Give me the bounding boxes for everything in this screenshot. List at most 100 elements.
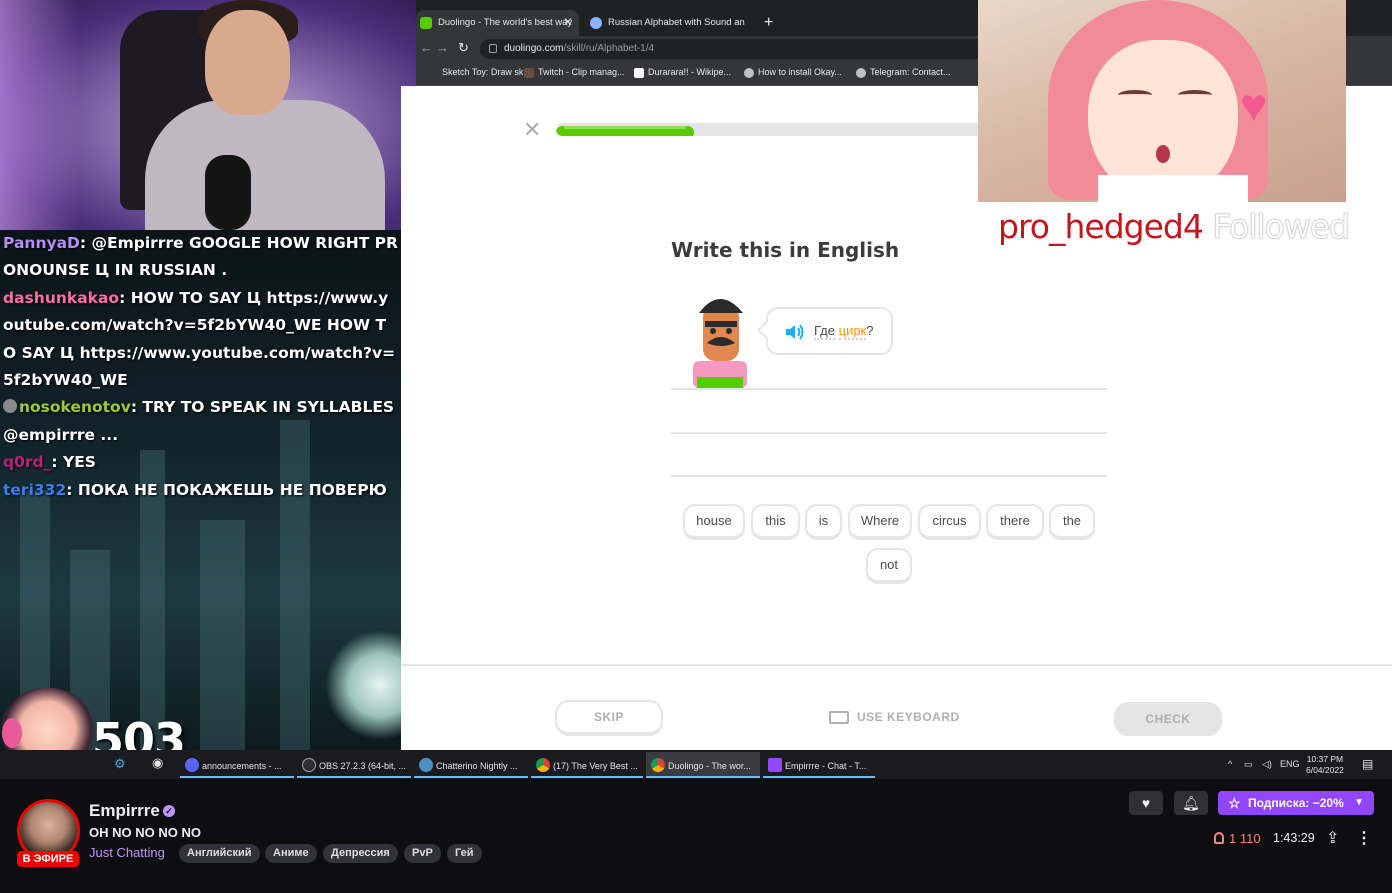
chat-messages: PannyaD: @Empirrre GOOGLE HOW RIGHT PRON… (3, 230, 398, 504)
follow-button[interactable]: ♥ (1129, 791, 1163, 815)
back-icon[interactable]: ← (420, 40, 433, 55)
notifications-button[interactable]: 🔔︎ (1174, 791, 1208, 815)
prompt-word-new[interactable]: цирк (838, 323, 867, 340)
heart-icon: ♥ (1141, 795, 1151, 811)
follow-alert-animation: ♥ (978, 0, 1346, 202)
chrome-icon (536, 758, 550, 772)
stream-tag[interactable]: PvP (404, 844, 441, 863)
word-tile[interactable]: house (683, 504, 745, 540)
taskbar: ⚙ ◉ announcements - ... OBS 27.2.3 (64-b… (0, 750, 1392, 779)
media-player-icon[interactable]: ◉ (152, 755, 163, 771)
chat-overlay: PannyaD: @Empirrre GOOGLE HOW RIGHT PRON… (0, 230, 401, 750)
close-lesson-icon[interactable]: ✕ (523, 118, 541, 143)
system-clock[interactable]: 10:37 PM 6/04/2022 (1306, 754, 1344, 776)
taskbar-item-discord[interactable]: announcements - ... (180, 752, 294, 778)
globe-icon (590, 17, 602, 29)
volume-icon[interactable]: ◁) (1262, 759, 1272, 770)
stream-screen: PannyaD: @Empirrre GOOGLE HOW RIGHT PRON… (0, 0, 1392, 893)
skip-button[interactable]: SKIP (555, 700, 663, 736)
chat-username[interactable]: dashunkakao (3, 289, 119, 307)
twitch-icon (768, 758, 782, 772)
word-tile[interactable]: is (805, 504, 842, 540)
chat-username[interactable]: q0rd_ (3, 453, 51, 471)
taskbar-item-obs[interactable]: OBS 27.2.3 (64-bit, ... (297, 752, 411, 778)
chatterino-icon (419, 758, 433, 772)
tray-expand-icon[interactable]: ^ (1228, 759, 1232, 769)
share-icon[interactable]: ⇪ (1326, 828, 1339, 848)
word-tile[interactable]: this (751, 504, 800, 540)
answer-line (671, 388, 1107, 390)
steam-icon[interactable]: ⚙ (114, 756, 126, 772)
network-icon[interactable]: ▭ (1244, 759, 1253, 770)
chat-username[interactable]: nosokenotov (19, 398, 131, 416)
chat-separator: : (66, 480, 78, 499)
chat-separator: : (79, 234, 92, 252)
chat-username[interactable]: PannyaD (3, 234, 80, 252)
bookmark-item[interactable]: Twitch - Clip manag... (524, 67, 625, 78)
check-button[interactable]: CHECK (1114, 702, 1222, 736)
taskbar-item-chrome-duolingo[interactable]: Duolingo - The wor... (646, 752, 760, 778)
address-bar[interactable]: duolingo.com/skill/ru/Alphabet-1/4 (480, 39, 1000, 59)
word-tile[interactable]: the (1049, 504, 1095, 540)
forward-icon[interactable]: → (436, 40, 449, 55)
stream-tag[interactable]: Депрессия (323, 844, 398, 863)
chat-message: PannyaD: @Empirrre GOOGLE HOW RIGHT PRON… (3, 230, 398, 285)
close-tab-icon[interactable]: ✕ (563, 15, 573, 29)
chrome-icon (651, 758, 665, 772)
chat-message: dashunkakao: HOW TO SAY Ц https://www.yo… (3, 285, 398, 395)
taskbar-item-chrome-youtube[interactable]: (17) The Very Best ... (531, 752, 643, 778)
streamer-name[interactable]: Empirrre (89, 801, 160, 821)
tab-duolingo[interactable]: Duolingo - The world's best way ✕ (416, 10, 579, 36)
exercise-title: Write this in English (671, 238, 900, 262)
input-language[interactable]: ENG (1280, 759, 1300, 769)
stream-tag[interactable]: Английский (179, 844, 260, 863)
chat-message: q0rd_: YES (3, 449, 398, 476)
streamer-face (205, 10, 290, 115)
lesson-footer: SKIP USE KEYBOARD CHECK (401, 664, 1392, 750)
twitch-icon (524, 68, 534, 78)
word-tile[interactable]: Where (848, 504, 912, 540)
bookmark-item[interactable]: Telegram: Contact... (856, 67, 951, 78)
follower-name: pro_hedged4 (998, 207, 1204, 246)
stream-tag[interactable]: Гей (447, 844, 482, 863)
bookmark-item[interactable]: Sketch Toy: Draw sk... (428, 67, 531, 77)
stream-uptime: 1:43:29 (1273, 831, 1315, 845)
word-tile[interactable]: not (866, 548, 912, 584)
answer-line (671, 475, 1107, 477)
taskbar-item-chatterino[interactable]: Chatterino Nightly ... (414, 752, 528, 778)
live-badge: В ЭФИРЕ (17, 851, 79, 867)
wikipedia-icon (634, 68, 644, 78)
taskbar-item-twitch[interactable]: Empirrre - Chat - T... (763, 752, 875, 778)
word-tile[interactable]: there (986, 504, 1044, 540)
bookmark-item[interactable]: How to install Okay... (744, 67, 842, 78)
tab-russian-alphabet[interactable]: Russian Alphabet with Sound an (586, 10, 758, 36)
github-icon (744, 68, 754, 78)
verified-icon: ✓ (163, 805, 175, 817)
chat-separator: : (51, 453, 63, 472)
reload-icon[interactable]: ↻ (458, 40, 469, 56)
chat-separator: : (130, 398, 143, 417)
speaker-icon[interactable] (784, 323, 806, 341)
microphone (205, 155, 251, 230)
globe-icon (856, 68, 866, 78)
bell-icon: 🔔︎ (1182, 795, 1200, 811)
headphone-icon (2, 718, 22, 748)
more-options-icon[interactable]: ⋮ (1356, 828, 1372, 848)
chat-text: ПОКА НЕ ПОКАЖЕШЬ НЕ ПОВЕРЮ (77, 480, 387, 499)
new-tab-icon[interactable]: + (764, 14, 773, 32)
keyboard-icon (829, 711, 849, 724)
chat-message: teri332: ПОКА НЕ ПОКАЖЕШЬ НЕ ПОВЕРЮ (3, 477, 398, 504)
speech-bubble: Где цирк? (766, 307, 893, 355)
word-tile[interactable]: circus (918, 504, 981, 540)
bookmark-item[interactable]: Durarara!! - Wikipe... (634, 67, 731, 78)
stream-tag[interactable]: Аниме (265, 844, 317, 863)
prompt-word[interactable]: Где (814, 323, 835, 340)
stream-category[interactable]: Just Chatting (89, 845, 165, 860)
notification-icon[interactable]: ▤ (1362, 757, 1373, 771)
answer-line (671, 432, 1107, 434)
stream-title: OH NO NO NO NO (89, 825, 201, 840)
use-keyboard-button[interactable]: USE KEYBOARD (829, 710, 960, 724)
subscribe-button[interactable]: ☆ Подписка: −20% ▼ (1218, 791, 1374, 815)
chat-username[interactable]: teri332 (3, 481, 66, 499)
prompt-sentence: Где цирк? (814, 323, 874, 340)
